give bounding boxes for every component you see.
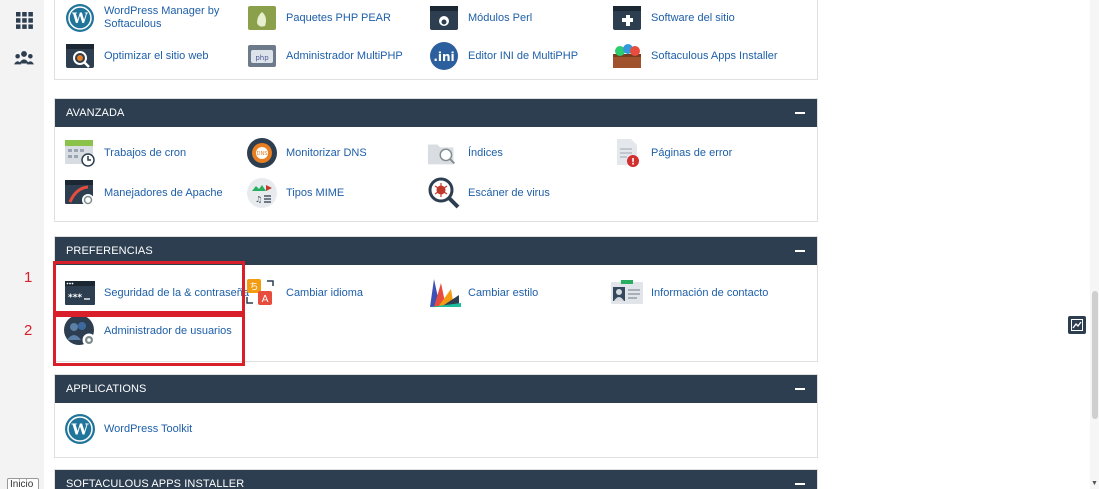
softaculous-section: Softaculous Apps Installer bbox=[54, 469, 818, 489]
apps-grid-icon[interactable] bbox=[14, 10, 34, 30]
item-label: Cambiar idioma bbox=[286, 286, 364, 299]
applications-section: Applications W WordPress Toolkit bbox=[54, 374, 818, 458]
users-icon[interactable] bbox=[14, 48, 34, 68]
multiphp-manager-link[interactable]: php Administrador MultiPHP bbox=[245, 38, 403, 74]
item-label: Monitorizar DNS bbox=[286, 146, 367, 159]
collapse-icon[interactable] bbox=[795, 483, 805, 485]
change-style-icon bbox=[427, 276, 461, 310]
home-button[interactable]: Inicio bbox=[7, 478, 39, 489]
item-label: Información de contacto bbox=[651, 286, 769, 299]
perl-module-icon bbox=[427, 1, 461, 35]
svg-text:php: php bbox=[255, 54, 269, 62]
apache-handlers-link[interactable]: Manejadores de Apache bbox=[63, 175, 223, 211]
softaculous-installer-link[interactable]: Softaculous Apps Installer bbox=[610, 38, 778, 74]
main-content: W WordPress Manager by Softaculous Paque… bbox=[44, 0, 1090, 489]
annotation-box-2 bbox=[53, 314, 245, 366]
item-label: Optimizar el sitio web bbox=[104, 49, 209, 62]
mime-types-icon: ♫ bbox=[245, 176, 279, 210]
optimize-website-link[interactable]: Optimizar el sitio web bbox=[63, 38, 209, 74]
mime-types-link[interactable]: ♫ Tipos MIME bbox=[245, 175, 344, 211]
dns-monitor-icon: DNS bbox=[245, 136, 279, 170]
advanced-section: Avanzada Trabajos de cron DNS Monitoriza… bbox=[54, 98, 818, 222]
svg-text:♫: ♫ bbox=[255, 195, 262, 204]
change-style-link[interactable]: Cambiar estilo bbox=[427, 275, 538, 311]
item-label: Tipos MIME bbox=[286, 186, 345, 199]
item-label: Softaculous Apps Installer bbox=[651, 49, 778, 62]
error-pages-icon: ! bbox=[610, 136, 644, 170]
item-label: Manejadores de Apache bbox=[104, 186, 223, 199]
item-label: WordPress Manager by Softaculous bbox=[104, 5, 220, 30]
svg-text:W: W bbox=[71, 421, 90, 439]
optimize-website-icon bbox=[63, 39, 97, 73]
item-label: Escáner de virus bbox=[468, 186, 550, 199]
cron-jobs-link[interactable]: Trabajos de cron bbox=[63, 135, 186, 171]
svg-text:!: ! bbox=[631, 158, 635, 168]
wordpress-icon: W bbox=[63, 412, 97, 446]
dns-monitor-link[interactable]: DNS Monitorizar DNS bbox=[245, 135, 367, 171]
item-label: WordPress Toolkit bbox=[104, 422, 193, 435]
indexes-icon bbox=[427, 136, 461, 170]
wordpress-toolkit-link[interactable]: W WordPress Toolkit bbox=[63, 411, 192, 447]
php-pear-icon bbox=[245, 1, 279, 35]
svg-text:ち: ち bbox=[249, 282, 258, 293]
virus-scanner-link[interactable]: Escáner de virus bbox=[427, 175, 550, 211]
item-label: Módulos Perl bbox=[468, 11, 533, 24]
annotation-marker-2: 2 bbox=[24, 322, 33, 339]
section-title: Softaculous Apps Installer bbox=[66, 478, 245, 489]
collapse-icon[interactable] bbox=[795, 112, 805, 114]
software-section: W WordPress Manager by Softaculous Paque… bbox=[54, 0, 818, 80]
collapse-icon[interactable] bbox=[795, 388, 805, 390]
change-language-link[interactable]: ちA Cambiar idioma bbox=[245, 275, 363, 311]
item-label: Paquetes PHP PEAR bbox=[286, 11, 391, 24]
php-pear-link[interactable]: Paquetes PHP PEAR bbox=[245, 0, 391, 36]
line-chart-icon bbox=[1071, 319, 1083, 331]
item-label: Software del sitio bbox=[651, 11, 735, 24]
item-label: Cambiar estilo bbox=[468, 286, 539, 299]
wordpress-manager-link[interactable]: W WordPress Manager by Softaculous bbox=[63, 0, 234, 36]
section-header[interactable]: Avanzada bbox=[55, 99, 817, 127]
perl-modules-link[interactable]: Módulos Perl bbox=[427, 0, 532, 36]
apache-handlers-icon bbox=[63, 176, 97, 210]
error-pages-link[interactable]: ! Páginas de error bbox=[610, 135, 732, 171]
cron-jobs-icon bbox=[63, 136, 97, 170]
annotation-marker-1: 1 bbox=[24, 269, 33, 286]
ini-editor-icon: .ini bbox=[427, 39, 461, 73]
collapse-icon[interactable] bbox=[795, 250, 805, 252]
annotation-box-1 bbox=[53, 261, 245, 314]
item-label: Trabajos de cron bbox=[104, 146, 187, 159]
indexes-link[interactable]: Índices bbox=[427, 135, 503, 171]
softaculous-icon bbox=[610, 39, 644, 73]
scrollbar-thumb[interactable] bbox=[1092, 291, 1098, 419]
page-scrollbar[interactable]: ▼ bbox=[1090, 0, 1099, 489]
site-software-link[interactable]: Software del sitio bbox=[610, 0, 735, 36]
stats-toggle-button[interactable] bbox=[1068, 316, 1086, 334]
scroll-down-arrow-icon[interactable]: ▼ bbox=[1091, 480, 1098, 487]
section-header[interactable]: Softaculous Apps Installer bbox=[55, 470, 817, 489]
ini-editor-link[interactable]: .ini Editor INI de MultiPHP bbox=[427, 38, 578, 74]
left-sidebar: Inicio bbox=[0, 0, 44, 489]
contact-info-icon bbox=[610, 276, 644, 310]
section-title: Applications bbox=[66, 383, 147, 395]
section-title: Avanzada bbox=[66, 107, 125, 119]
multiphp-manager-icon: php bbox=[245, 39, 279, 73]
svg-text:W: W bbox=[71, 11, 88, 27]
wordpress-icon: W bbox=[63, 1, 97, 35]
site-software-icon bbox=[610, 1, 644, 35]
svg-text:.ini: .ini bbox=[433, 50, 454, 64]
section-title: Preferencias bbox=[66, 245, 153, 257]
svg-text:DNS: DNS bbox=[257, 151, 268, 157]
section-header[interactable]: Applications bbox=[55, 375, 817, 403]
item-label: Páginas de error bbox=[651, 146, 733, 159]
item-label: Administrador MultiPHP bbox=[286, 49, 403, 62]
item-label: Editor INI de MultiPHP bbox=[468, 49, 579, 62]
virus-scanner-icon bbox=[427, 176, 461, 210]
item-label: Índices bbox=[468, 146, 503, 159]
svg-text:A: A bbox=[262, 294, 269, 305]
contact-info-link[interactable]: Información de contacto bbox=[610, 275, 768, 311]
change-language-icon: ちA bbox=[245, 276, 279, 310]
